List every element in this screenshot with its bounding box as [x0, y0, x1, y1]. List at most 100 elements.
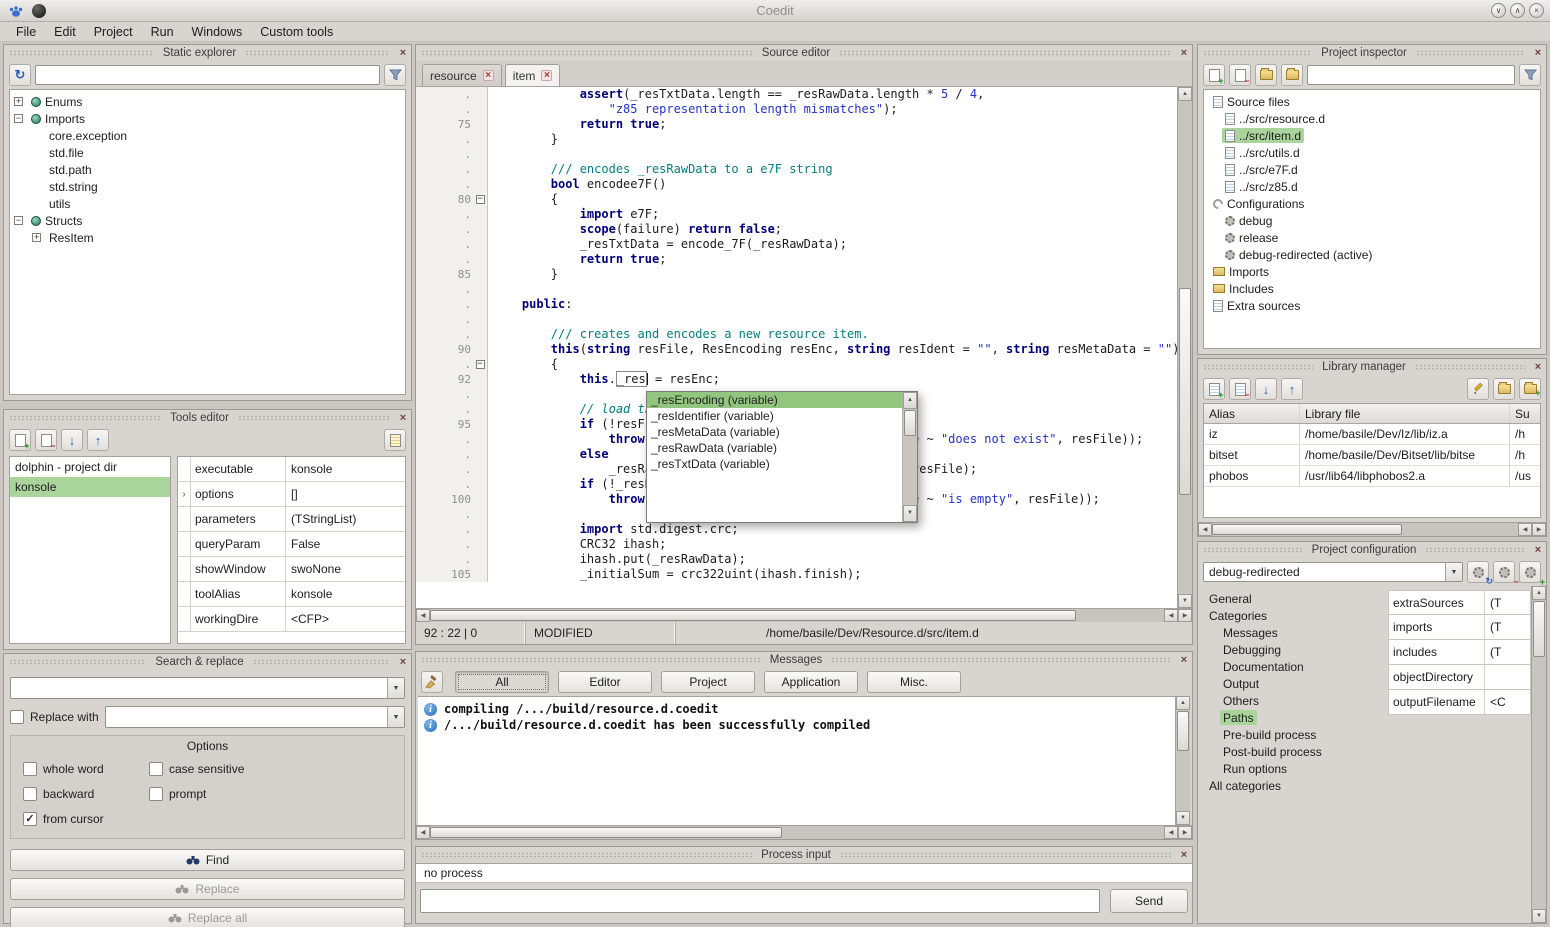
- open-library-folder-button[interactable]: [1493, 378, 1515, 400]
- scroll-left-button[interactable]: ◀: [416, 826, 430, 839]
- tree-item[interactable]: Run options: [1198, 760, 1384, 777]
- add-library-button[interactable]: +: [1203, 378, 1225, 400]
- tree-item[interactable]: ../src/resource.d: [1204, 110, 1540, 127]
- edit-tool-source-button[interactable]: [384, 429, 406, 451]
- scroll-left-button[interactable]: ◀: [1164, 826, 1178, 839]
- code-line[interactable]: 90 this(string resFile, ResEncoding resE…: [416, 342, 1177, 357]
- scrollbar-track[interactable]: [430, 826, 1164, 839]
- tree-item[interactable]: Documentation: [1198, 658, 1384, 675]
- combo-arrow-icon[interactable]: ▼: [1445, 563, 1462, 581]
- code-line[interactable]: 105 _initialSum = crc322uint(ihash.finis…: [416, 567, 1177, 582]
- completion-item[interactable]: _resMetaData (variable): [647, 424, 902, 440]
- tree-item[interactable]: std.path: [10, 161, 405, 178]
- property-value[interactable]: konsole: [286, 582, 405, 606]
- option-prompt[interactable]: prompt: [149, 787, 394, 801]
- property-value[interactable]: (T: [1485, 615, 1530, 639]
- tree-item-all-categories[interactable]: All categories: [1198, 777, 1384, 794]
- fold-collapse-icon[interactable]: −: [476, 195, 485, 204]
- move-tool-up-button[interactable]: ↑: [87, 429, 109, 451]
- close-icon[interactable]: ×: [1530, 360, 1546, 374]
- property-value[interactable]: swoNone: [286, 557, 405, 581]
- scrollbar-thumb[interactable]: [430, 610, 1076, 621]
- scroll-down-button[interactable]: ▼: [1176, 811, 1190, 825]
- scrollbar-thumb[interactable]: [430, 827, 782, 838]
- code-line[interactable]: . ihash.put(_resRawData);: [416, 552, 1177, 567]
- column-header[interactable]: Su: [1510, 404, 1540, 423]
- tree-item-extra-sources[interactable]: Extra sources: [1204, 297, 1540, 314]
- property-row[interactable]: outputFilename<C: [1388, 690, 1531, 715]
- scrollbar-track[interactable]: [1178, 101, 1192, 594]
- library-h-scrollbar[interactable]: ◀ ◀ ▶: [1198, 522, 1546, 536]
- scroll-down-button[interactable]: ▼: [903, 505, 917, 522]
- property-value[interactable]: (T: [1485, 640, 1530, 664]
- remove-configuration-button[interactable]: −: [1493, 561, 1515, 583]
- editor-h-scrollbar[interactable]: ◀ ◀ ▶: [416, 608, 1192, 622]
- messages-v-scrollbar[interactable]: ▲ ▼: [1175, 696, 1190, 825]
- send-button[interactable]: Send: [1110, 889, 1188, 913]
- tree-item-general[interactable]: General: [1198, 590, 1384, 607]
- tree-item[interactable]: Post-build process: [1198, 743, 1384, 760]
- search-term-combo[interactable]: ▼: [10, 677, 405, 699]
- replace-with-checkbox[interactable]: [10, 710, 24, 724]
- add-folder-button[interactable]: [1255, 64, 1277, 86]
- tree-item[interactable]: debug: [1204, 212, 1540, 229]
- option-from-cursor[interactable]: ✓from cursor: [23, 812, 143, 826]
- property-row[interactable]: objectDirectory: [1388, 665, 1531, 690]
- menu-edit[interactable]: Edit: [46, 24, 84, 40]
- tree-item[interactable]: std.file: [10, 144, 405, 161]
- tree-item[interactable]: debug-redirected (active): [1204, 246, 1540, 263]
- popup-v-scrollbar[interactable]: ▲ ▼: [902, 392, 917, 522]
- filter-options-button[interactable]: [384, 64, 406, 86]
- code-editor[interactable]: . assert(_resTxtData.length == _resRawDa…: [416, 87, 1177, 608]
- scrollbar-track[interactable]: [903, 409, 917, 505]
- tree-item[interactable]: release: [1204, 229, 1540, 246]
- scroll-left-button[interactable]: ◀: [1164, 609, 1178, 622]
- scroll-up-button[interactable]: ▲: [903, 392, 917, 409]
- scrollbar-track[interactable]: [1532, 600, 1546, 909]
- property-row[interactable]: imports(T: [1388, 615, 1531, 640]
- edit-library-button[interactable]: [1467, 378, 1489, 400]
- close-icon[interactable]: ×: [1530, 543, 1546, 557]
- code-line[interactable]: 80− {: [416, 192, 1177, 207]
- code-line[interactable]: . public:: [416, 297, 1177, 312]
- close-icon[interactable]: ×: [1176, 848, 1192, 862]
- fold-collapse-icon[interactable]: −: [476, 360, 485, 369]
- code-line[interactable]: 75 return true;: [416, 117, 1177, 132]
- filter-application[interactable]: Application: [764, 671, 858, 693]
- scrollbar-track[interactable]: [1212, 523, 1518, 536]
- tree-item-imports[interactable]: −Imports: [10, 110, 405, 127]
- tree-item[interactable]: ../src/e7F.d: [1204, 161, 1540, 178]
- sync-configuration-button[interactable]: ↻: [1467, 561, 1489, 583]
- tree-item[interactable]: ../src/z85.d: [1204, 178, 1540, 195]
- code-line[interactable]: . return true;: [416, 252, 1177, 267]
- tree-item[interactable]: core.exception: [10, 127, 405, 144]
- add-configuration-button[interactable]: +: [1519, 561, 1541, 583]
- code-line[interactable]: . scope(failure) return false;: [416, 222, 1177, 237]
- scrollbar-thumb[interactable]: [1177, 711, 1189, 751]
- remove-library-button[interactable]: −: [1229, 378, 1251, 400]
- completion-item[interactable]: _resRawData (variable): [647, 440, 902, 456]
- find-button[interactable]: Find: [10, 849, 405, 871]
- code-line[interactable]: .: [416, 147, 1177, 162]
- open-folder-button[interactable]: [1281, 64, 1303, 86]
- configuration-select[interactable]: debug-redirected ▼: [1203, 562, 1463, 582]
- tree-item-resitem[interactable]: +ResItem: [10, 229, 405, 246]
- add-source-button[interactable]: +: [1203, 64, 1225, 86]
- code-line[interactable]: . import std.digest.crc;: [416, 522, 1177, 537]
- property-row[interactable]: showWindowswoNone: [178, 557, 405, 582]
- menu-project[interactable]: Project: [86, 24, 141, 40]
- messages-h-scrollbar[interactable]: ◀ ◀ ▶: [416, 825, 1192, 839]
- property-row[interactable]: queryParamFalse: [178, 532, 405, 557]
- table-row[interactable]: bitset/home/basile/Dev/Bitset/lib/bitse/…: [1204, 445, 1540, 466]
- expander-icon[interactable]: −: [14, 216, 23, 225]
- scroll-down-button[interactable]: ▼: [1178, 594, 1192, 608]
- column-header[interactable]: Alias: [1204, 404, 1300, 423]
- code-line[interactable]: . bool encodee7F(): [416, 177, 1177, 192]
- tree-item[interactable]: Output: [1198, 675, 1384, 692]
- property-row[interactable]: workingDire<CFP>: [178, 607, 405, 632]
- configuration-v-scrollbar[interactable]: ▲ ▼: [1531, 586, 1546, 923]
- symbol-filter-input[interactable]: [35, 65, 380, 85]
- code-line[interactable]: . _resTxtData = encode_7F(_resRawData);: [416, 237, 1177, 252]
- window-minimize-button[interactable]: ∨: [1491, 3, 1506, 18]
- tool-item[interactable]: dolphin - project dir: [10, 457, 170, 477]
